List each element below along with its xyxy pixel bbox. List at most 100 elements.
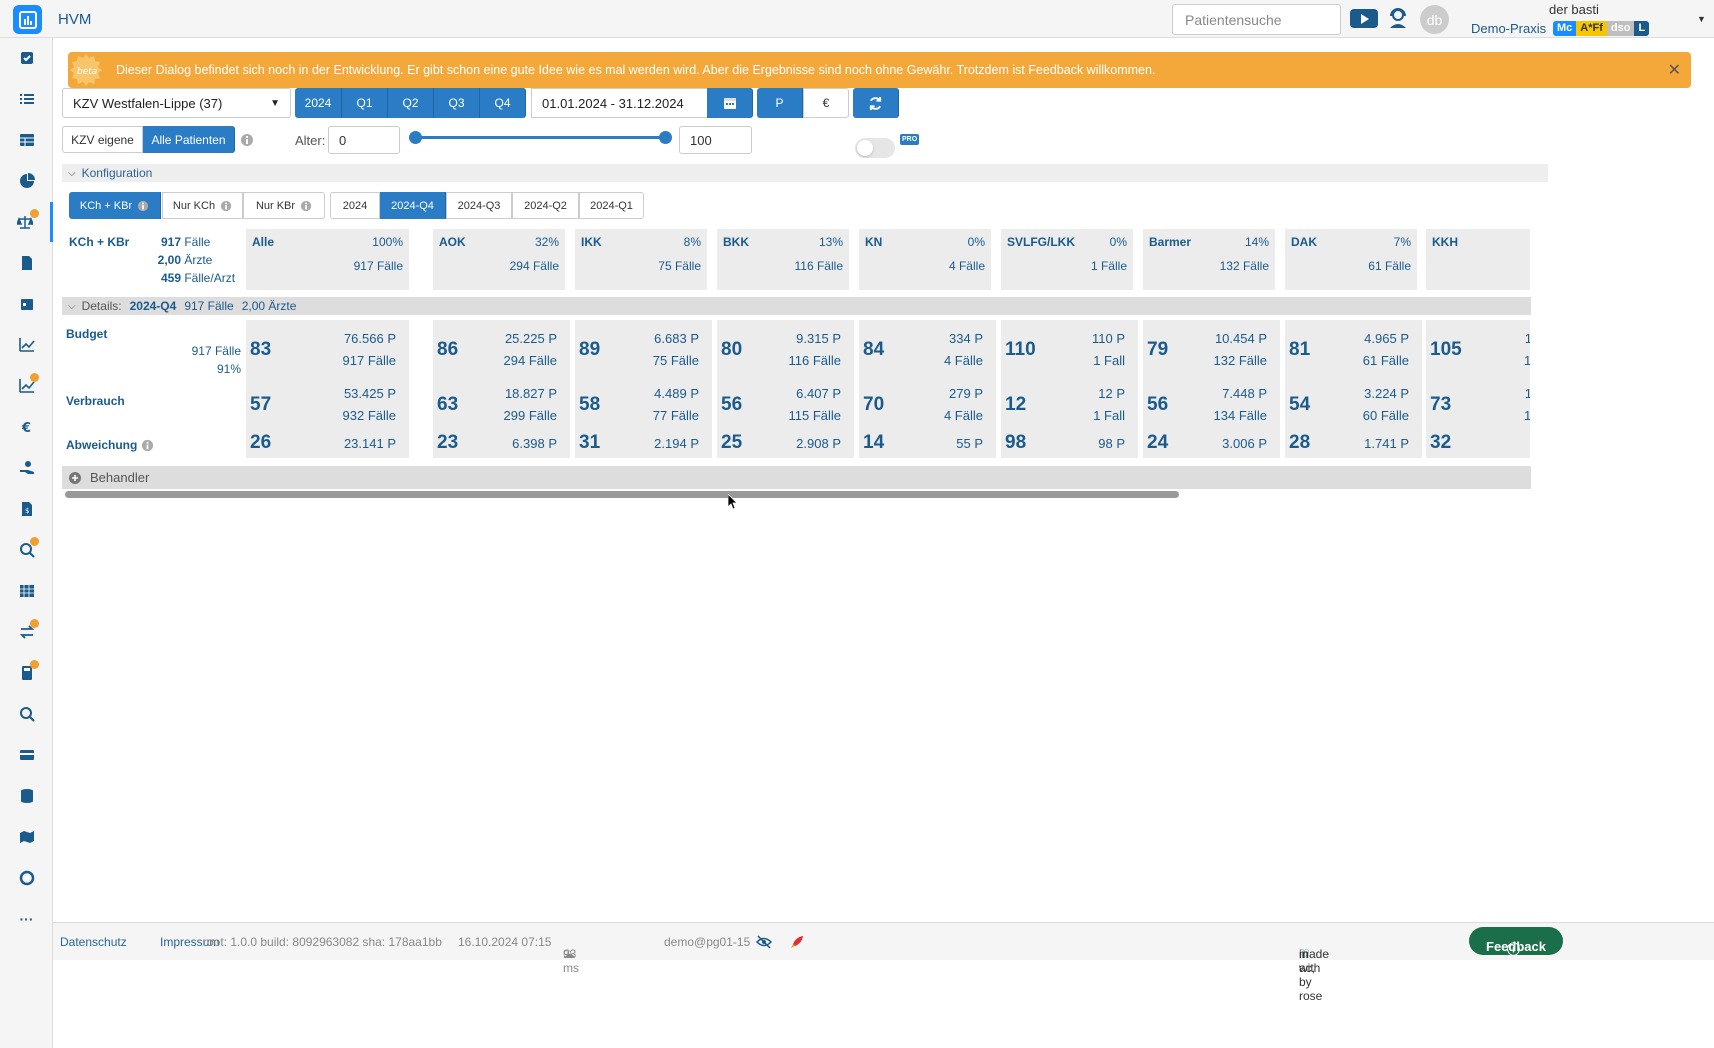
abweichung-cell-4[interactable]: 14 55 P: [859, 430, 996, 458]
kasse-faelle: 1 Fälle: [1090, 259, 1127, 273]
list-icon: [19, 94, 34, 104]
practice-name[interactable]: Demo-Praxis: [1471, 21, 1546, 36]
abweichung-value: 31: [579, 432, 601, 453]
chart-icon: [18, 10, 37, 29]
sidebar-item-line-chart[interactable]: [0, 325, 53, 365]
verbrauch-value: 56: [1147, 393, 1169, 415]
sidebar-item-grid[interactable]: [0, 571, 53, 611]
abweichung-cell-3[interactable]: 25 2.908 P: [717, 430, 854, 458]
sidebar-item-database[interactable]: [0, 776, 53, 816]
sidebar-item-calendar[interactable]: [0, 284, 53, 324]
eye-off-icon[interactable]: [756, 935, 772, 949]
verbrauch-cell-4[interactable]: 70 279 P 4 Fälle: [859, 381, 996, 430]
kasse-card-4[interactable]: KN 0% 4 Fälle: [859, 229, 991, 290]
verbrauch-cell-3[interactable]: 56 6.407 P 115 Fälle: [717, 381, 854, 430]
kasse-pct: 32%: [534, 235, 559, 249]
hand-coin-icon: [19, 461, 34, 474]
sidebar-item-search-analysis[interactable]: [0, 530, 53, 570]
abweichung-cell-2[interactable]: 31 2.194 P: [575, 430, 712, 458]
details-header[interactable]: ⌵ Details: 2024-Q4 917 Fälle 2,00 Ärzte: [62, 297, 1531, 315]
abweichung-points: 98 P: [1098, 436, 1125, 451]
kasse-card-5[interactable]: SVLFG/LKK 0% 1 Fälle: [1001, 229, 1133, 290]
kasse-card-1[interactable]: AOK 32% 294 Fälle: [433, 229, 565, 290]
sidebar-item-more[interactable]: ···: [0, 899, 53, 939]
sidebar-item-invoice[interactable]: $: [0, 489, 53, 529]
verbrauch-points: 1.16: [1524, 385, 1530, 401]
budget-faelle: 294 Fälle: [503, 352, 557, 368]
notification-dot: [30, 209, 39, 218]
user-name[interactable]: der basti: [1549, 2, 1599, 17]
budget-cell-1[interactable]: 86 25.225 P 294 Fälle: [433, 320, 570, 381]
sidebar-item-map[interactable]: [0, 817, 53, 857]
abweichung-cell-0[interactable]: 26 23.141 P: [246, 430, 409, 458]
sidebar-item-payment[interactable]: [0, 448, 53, 488]
badge-aff: A*Ff: [1576, 21, 1607, 36]
verbrauch-cell-7[interactable]: 54 3.224 P 60 Fälle: [1285, 381, 1422, 430]
budget-cell-2[interactable]: 89 6.683 P 75 Fälle: [575, 320, 712, 381]
kasse-card-8[interactable]: KKH15: [1426, 229, 1530, 290]
kasse-card-7[interactable]: DAK 7% 61 Fälle: [1285, 229, 1417, 290]
map-marker-icon: [19, 831, 34, 843]
svg-text:$: $: [25, 507, 29, 515]
budget-cell-0[interactable]: 83 76.566 P 917 Fälle: [246, 320, 409, 381]
sidebar-item-hvm[interactable]: [0, 202, 53, 242]
budget-points: 9.315 P: [796, 330, 841, 346]
verbrauch-cell-1[interactable]: 63 18.827 P 299 Fälle: [433, 381, 570, 430]
kasse-card-0[interactable]: Alle 100% 917 Fälle: [246, 229, 409, 290]
verbrauch-points: 4.489 P: [654, 385, 699, 401]
info-icon[interactable]: [141, 439, 154, 452]
verbrauch-faelle: 134 Fälle: [1213, 407, 1267, 423]
sidebar-item-document[interactable]: [0, 243, 53, 283]
budget-cell-8[interactable]: 105 1.56 15 F: [1426, 320, 1530, 381]
kasse-card-2[interactable]: IKK 8% 75 Fälle: [575, 229, 707, 290]
abweichung-cell-7[interactable]: 28 1.741 P: [1285, 430, 1422, 458]
budget-cell-6[interactable]: 79 10.454 P 132 Fälle: [1143, 320, 1280, 381]
budget-cell-3[interactable]: 80 9.315 P 116 Fälle: [717, 320, 854, 381]
video-tutorial-button[interactable]: [1350, 9, 1378, 28]
sidebar-item-calculator[interactable]: [0, 653, 53, 693]
avatar[interactable]: db: [1420, 5, 1449, 34]
sidebar-item-pie[interactable]: [0, 161, 53, 201]
budget-cell-7[interactable]: 81 4.965 P 61 Fälle: [1285, 320, 1422, 381]
budget-points: 10.454 P: [1214, 330, 1267, 346]
budget-cell-5[interactable]: 110 110 P 1 Fall: [1001, 320, 1138, 381]
budget-points: 110 P: [1091, 330, 1125, 346]
behandler-header[interactable]: Behandler: [62, 466, 1531, 489]
abweichung-value: 14: [863, 432, 885, 453]
credit-card-icon: [19, 750, 34, 760]
verbrauch-cell-5[interactable]: 12 12 P 1 Fall: [1001, 381, 1138, 430]
abweichung-cell-6[interactable]: 24 3.006 P: [1143, 430, 1280, 458]
verbrauch-cell-6[interactable]: 56 7.448 P 134 Fälle: [1143, 381, 1280, 430]
patient-search-input[interactable]: [1172, 4, 1341, 35]
feedback-button[interactable]: ⓘ Feedback: [1469, 927, 1563, 957]
abweichung-cell-1[interactable]: 23 6.398 P: [433, 430, 570, 458]
abweichung-cell-5[interactable]: 98 98 P: [1001, 430, 1138, 458]
sidebar-item-card[interactable]: [0, 735, 53, 775]
close-icon[interactable]: ✕: [1668, 60, 1681, 80]
verbrauch-cell-0[interactable]: 57 53.425 P 932 Fälle: [246, 381, 409, 430]
app-logo[interactable]: [13, 5, 42, 34]
sidebar-item-support[interactable]: [0, 858, 53, 898]
sidebar-item-transfer[interactable]: [0, 612, 53, 652]
sidebar-item-list[interactable]: [0, 79, 53, 119]
kasse-card-3[interactable]: BKK 13% 116 Fälle: [717, 229, 849, 290]
budget-cell-4[interactable]: 84 334 P 4 Fälle: [859, 320, 996, 381]
kasse-card-6[interactable]: Barmer 14% 132 Fälle: [1143, 229, 1275, 290]
abweichung-cell-8[interactable]: 3240: [1426, 430, 1530, 458]
verbrauch-cell-2[interactable]: 58 4.489 P 77 Fälle: [575, 381, 712, 430]
datenschutz-link[interactable]: Datenschutz: [60, 935, 127, 949]
chevron-down-icon[interactable]: ▼: [1697, 14, 1706, 24]
abweichung-value: 25: [721, 432, 743, 453]
sidebar-item-tasks[interactable]: [0, 38, 53, 78]
support-headset-icon[interactable]: [1386, 6, 1410, 30]
verbrauch-points: 279 P: [949, 385, 983, 401]
horizontal-scrollbar[interactable]: [65, 491, 1179, 498]
sidebar-item-table[interactable]: [0, 120, 53, 160]
budget-faelle: 4 Fälle: [943, 352, 983, 368]
verbrauch-cell-8[interactable]: 73 1.16 16 F: [1426, 381, 1530, 430]
sidebar-item-search[interactable]: [0, 694, 53, 734]
rocket-icon[interactable]: [790, 935, 804, 949]
sidebar-item-trend[interactable]: [0, 366, 53, 406]
sidebar-item-euro[interactable]: €: [0, 407, 53, 447]
document-icon: [21, 256, 32, 270]
